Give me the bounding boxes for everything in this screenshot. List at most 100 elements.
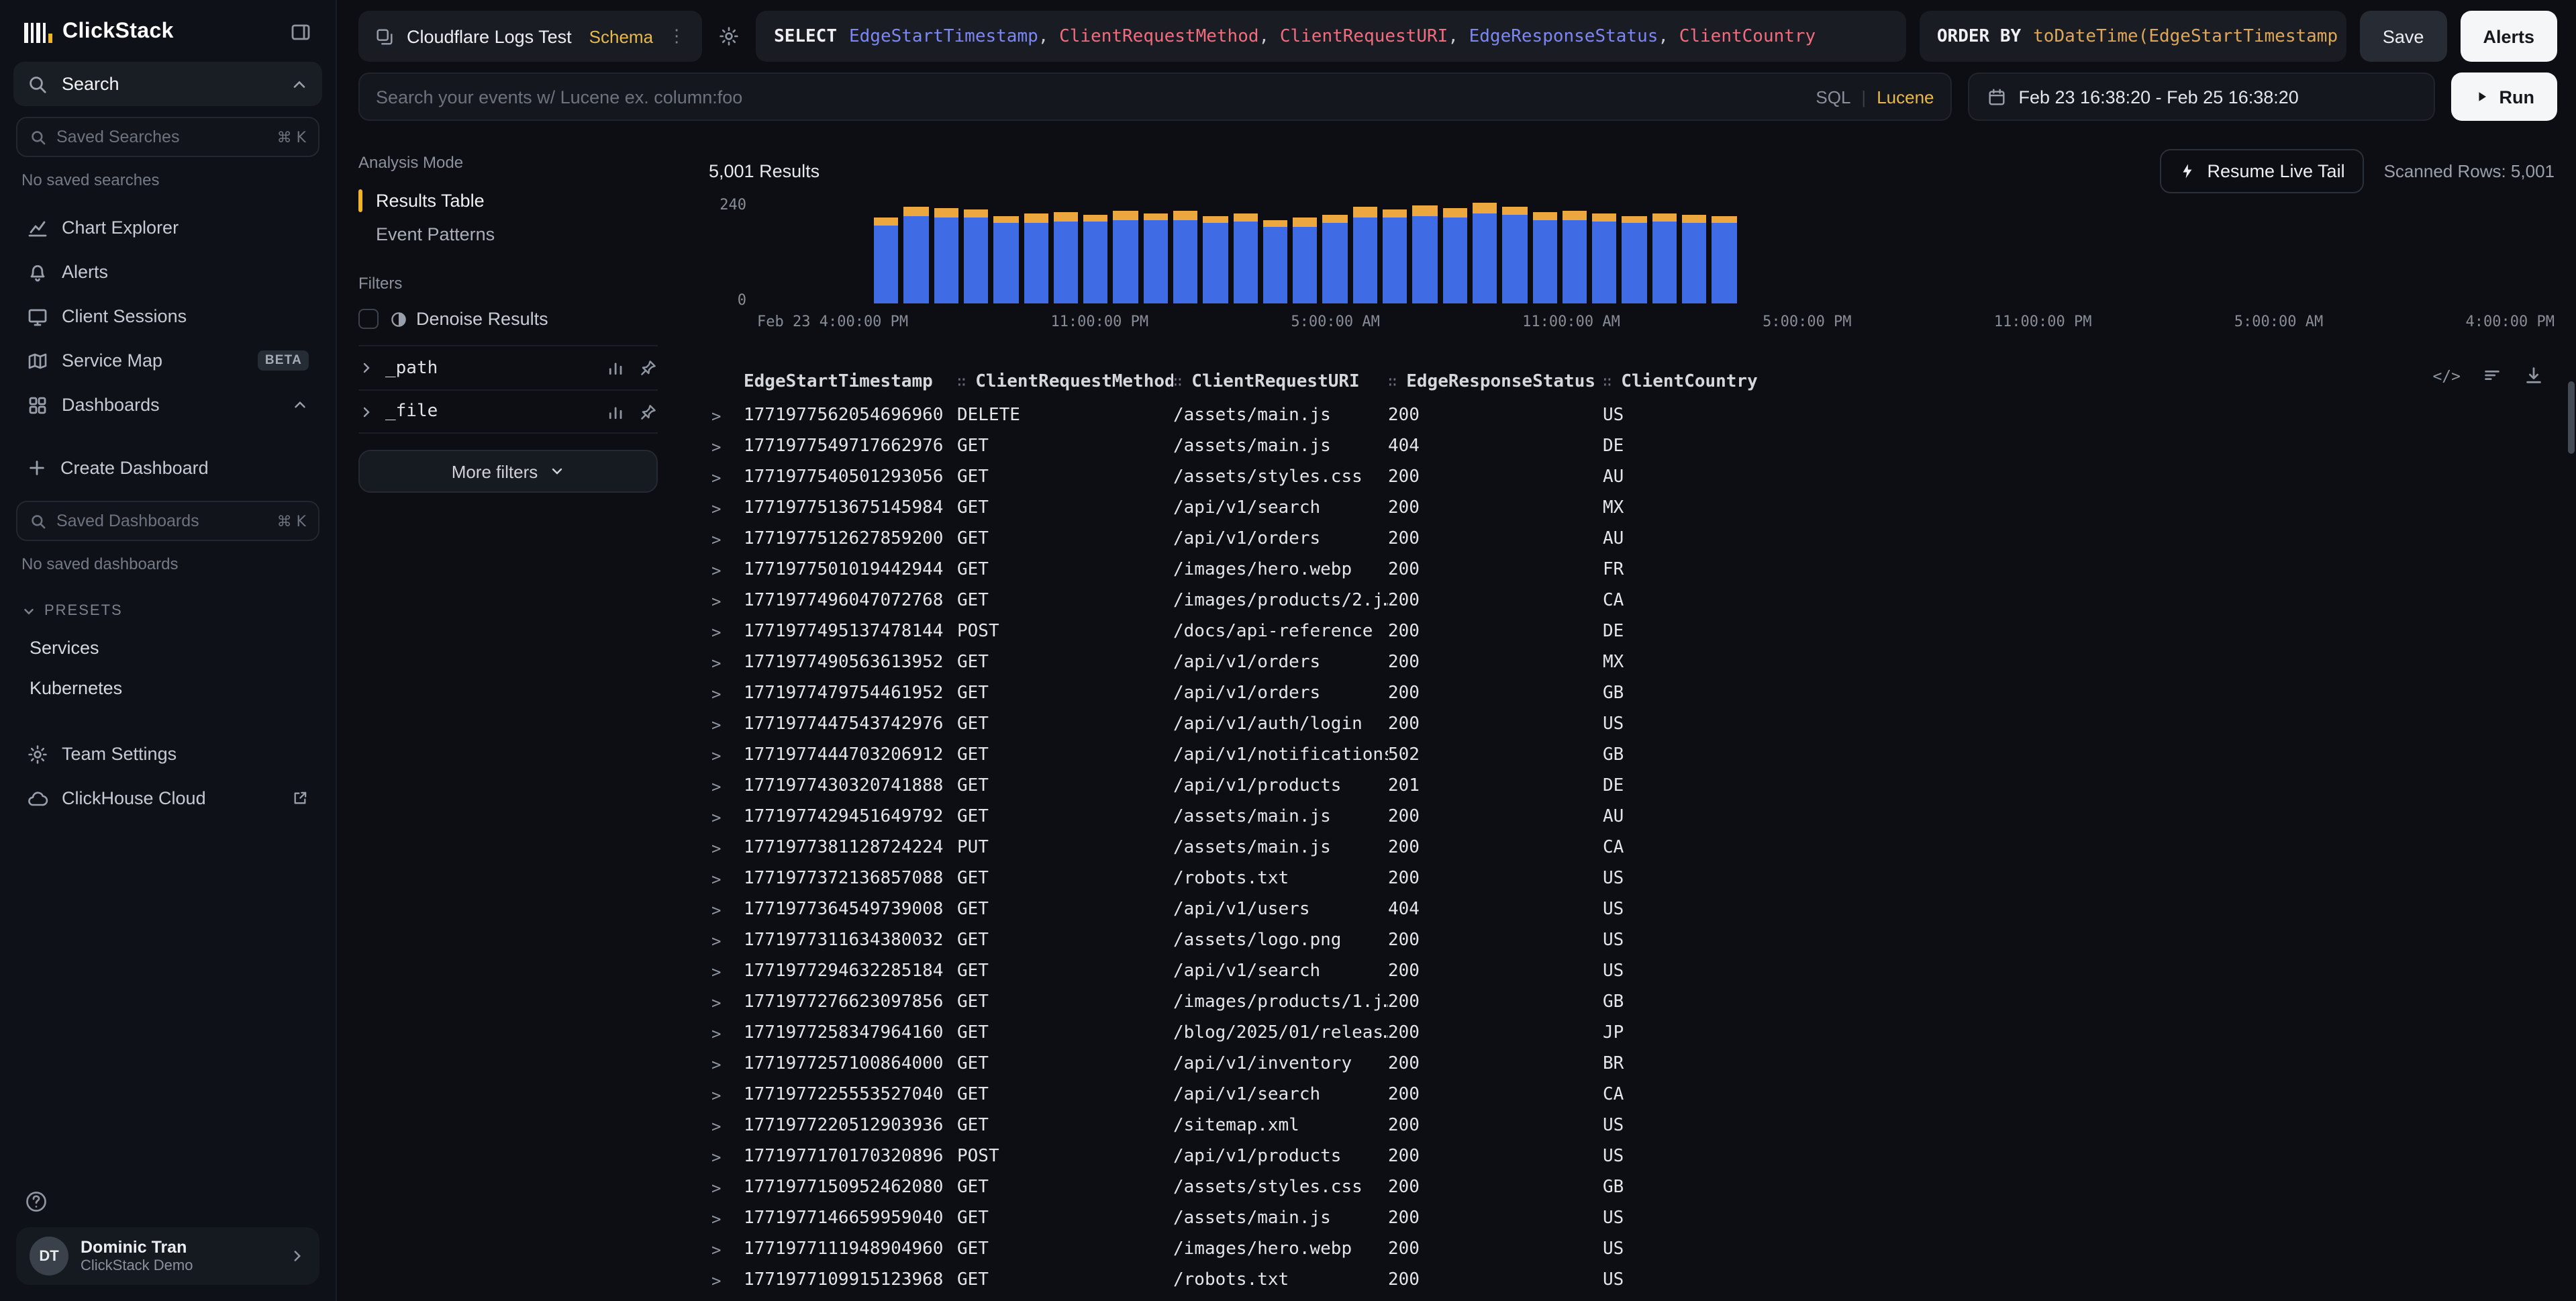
sql-mode-toggle[interactable]: SQL: [1816, 87, 1850, 107]
table-row[interactable]: >1771977549717662976GET/assets/main.js40…: [709, 431, 2555, 462]
table-row[interactable]: >1771977540501293056GET/assets/styles.cs…: [709, 462, 2555, 493]
scrollbar-thumb[interactable]: [2568, 381, 2575, 454]
row-expand-chevron-icon[interactable]: >: [711, 653, 744, 672]
histogram-bar[interactable]: [1173, 210, 1198, 303]
histogram-bar[interactable]: [1024, 214, 1048, 303]
table-row[interactable]: >1771977257100864000GET/api/v1/inventory…: [709, 1049, 2555, 1079]
row-expand-chevron-icon[interactable]: >: [711, 869, 744, 888]
row-expand-chevron-icon[interactable]: >: [711, 591, 744, 610]
source-selector[interactable]: Cloudflare Logs Test Schema ⋮: [358, 11, 701, 62]
table-row[interactable]: >1771977150952462080GET/assets/styles.cs…: [709, 1172, 2555, 1203]
row-expand-chevron-icon[interactable]: >: [711, 1024, 744, 1043]
source-settings-gear-icon[interactable]: [715, 23, 742, 50]
field-chart-icon[interactable]: [607, 358, 626, 377]
histogram-bar[interactable]: [1532, 212, 1557, 303]
lucene-mode-toggle[interactable]: Lucene: [1877, 87, 1934, 107]
row-expand-chevron-icon[interactable]: >: [711, 931, 744, 950]
table-row[interactable]: >1771977111948904960GET/images/hero.webp…: [709, 1234, 2555, 1265]
field-chart-icon[interactable]: [607, 402, 626, 421]
event-search-input[interactable]: [376, 87, 1802, 107]
row-expand-chevron-icon[interactable]: >: [711, 684, 744, 703]
orderby-clause-editor[interactable]: ORDER BY toDateTime(EdgeStartTimestamp /: [1920, 11, 2346, 62]
table-row[interactable]: >1771977170170320896POST/api/v1/products…: [709, 1141, 2555, 1172]
sidebar-item-alerts[interactable]: Alerts: [13, 250, 322, 294]
row-expand-chevron-icon[interactable]: >: [711, 715, 744, 734]
table-row[interactable]: >1771977372136857088GET/robots.txt200US: [709, 863, 2555, 894]
column-header-EdgeResponseStatus[interactable]: ∷EdgeResponseStatus: [1388, 371, 1603, 391]
resume-live-tail-button[interactable]: Resume Live Tail: [2160, 148, 2363, 193]
histogram-bar[interactable]: [1233, 213, 1258, 303]
event-search-box[interactable]: SQL | Lucene: [358, 73, 1952, 121]
histogram-bar[interactable]: [1622, 215, 1647, 303]
filter-field-path[interactable]: _path: [358, 345, 658, 389]
table-row[interactable]: >1771977496047072768GET/images/products/…: [709, 585, 2555, 616]
histogram-bar[interactable]: [1143, 213, 1168, 303]
preset-item-kubernetes[interactable]: Kubernetes: [13, 667, 322, 708]
row-expand-chevron-icon[interactable]: >: [711, 499, 744, 518]
row-expand-chevron-icon[interactable]: >: [711, 1178, 744, 1197]
row-expand-chevron-icon[interactable]: >: [711, 622, 744, 641]
sidebar-collapse-icon[interactable]: [287, 19, 314, 46]
column-grip-icon[interactable]: ∷: [1173, 373, 1182, 390]
row-expand-chevron-icon[interactable]: >: [711, 1086, 744, 1104]
row-expand-chevron-icon[interactable]: >: [711, 777, 744, 796]
row-expand-chevron-icon[interactable]: >: [711, 1147, 744, 1166]
preset-item-services[interactable]: Services: [13, 627, 322, 667]
row-expand-chevron-icon[interactable]: >: [711, 406, 744, 425]
table-row[interactable]: >1771977276623097856GET/images/products/…: [709, 987, 2555, 1018]
row-expand-chevron-icon[interactable]: >: [711, 1116, 744, 1135]
histogram-bar[interactable]: [1503, 206, 1528, 303]
histogram-bar[interactable]: [1323, 215, 1348, 303]
saved-searches-searchbox[interactable]: ⌘ K: [16, 117, 319, 157]
field-pin-icon[interactable]: [639, 402, 658, 421]
row-expand-chevron-icon[interactable]: >: [711, 468, 744, 487]
saved-dashboards-input[interactable]: [56, 512, 268, 530]
histogram-bar[interactable]: [1563, 210, 1587, 303]
column-grip-icon[interactable]: ∷: [957, 373, 966, 390]
histogram-bar[interactable]: [1383, 209, 1407, 303]
histogram-bar[interactable]: [1473, 203, 1497, 303]
filter-field-file[interactable]: _file: [358, 389, 658, 434]
table-row[interactable]: >1771977146659959040GET/assets/main.js20…: [709, 1203, 2555, 1234]
save-button[interactable]: Save: [2360, 11, 2447, 62]
table-row[interactable]: >1771977495137478144POST/docs/api-refere…: [709, 616, 2555, 647]
row-expand-chevron-icon[interactable]: >: [711, 962, 744, 981]
sidebar-item-client-sessions[interactable]: Client Sessions: [13, 294, 322, 338]
table-row[interactable]: >1771977294632285184GET/api/v1/search200…: [709, 956, 2555, 987]
sidebar-item-dashboards[interactable]: Dashboards: [13, 383, 322, 427]
histogram-bar[interactable]: [1083, 215, 1108, 303]
table-row[interactable]: >1771977063404348064GET/assets/main.js20…: [709, 1296, 2555, 1301]
sidebar-item-service-map[interactable]: Service Map BETA: [13, 338, 322, 383]
date-range-picker[interactable]: Feb 23 16:38:20 - Feb 25 16:38:20: [1968, 73, 2435, 121]
download-icon[interactable]: [2524, 365, 2544, 385]
presets-toggle[interactable]: PRESETS: [13, 589, 322, 627]
sidebar-item-chart-explorer[interactable]: Chart Explorer: [13, 205, 322, 250]
more-filters-button[interactable]: More filters: [358, 450, 658, 493]
table-row[interactable]: >1771977109915123968GET/robots.txt200US: [709, 1265, 2555, 1296]
histogram-bar[interactable]: [964, 209, 989, 303]
chevron-right-icon[interactable]: [358, 360, 375, 376]
row-expand-chevron-icon[interactable]: >: [711, 437, 744, 456]
row-expand-chevron-icon[interactable]: >: [711, 530, 744, 548]
row-expand-chevron-icon[interactable]: >: [711, 993, 744, 1012]
row-expand-chevron-icon[interactable]: >: [711, 561, 744, 579]
schema-link[interactable]: Schema: [589, 26, 653, 46]
sidebar-item-search[interactable]: Search: [13, 62, 322, 106]
mode-event-patterns[interactable]: Event Patterns: [358, 219, 658, 250]
saved-dashboards-searchbox[interactable]: ⌘ K: [16, 501, 319, 541]
histogram-bar[interactable]: [1054, 212, 1079, 303]
histogram-bar[interactable]: [1353, 207, 1378, 303]
sidebar-item-team-settings[interactable]: Team Settings: [13, 732, 322, 776]
table-row[interactable]: >1771977479754461952GET/api/v1/orders200…: [709, 678, 2555, 709]
table-row[interactable]: >1771977444703206912GET/api/v1/notificat…: [709, 740, 2555, 771]
histogram-bar[interactable]: [1263, 220, 1288, 303]
row-expand-chevron-icon[interactable]: >: [711, 746, 744, 765]
table-row[interactable]: >1771977220512903936GET/sitemap.xml200US: [709, 1110, 2555, 1141]
histogram-bar[interactable]: [934, 208, 958, 303]
column-header-EdgeStartTimestamp[interactable]: EdgeStartTimestamp: [744, 371, 957, 391]
histogram-bar[interactable]: [1413, 205, 1438, 303]
user-menu[interactable]: DT Dominic Tran ClickStack Demo: [16, 1227, 319, 1285]
table-row[interactable]: >1771977381128724224PUT/assets/main.js20…: [709, 832, 2555, 863]
row-expand-chevron-icon[interactable]: >: [711, 1209, 744, 1228]
histogram-bar[interactable]: [1293, 218, 1318, 303]
